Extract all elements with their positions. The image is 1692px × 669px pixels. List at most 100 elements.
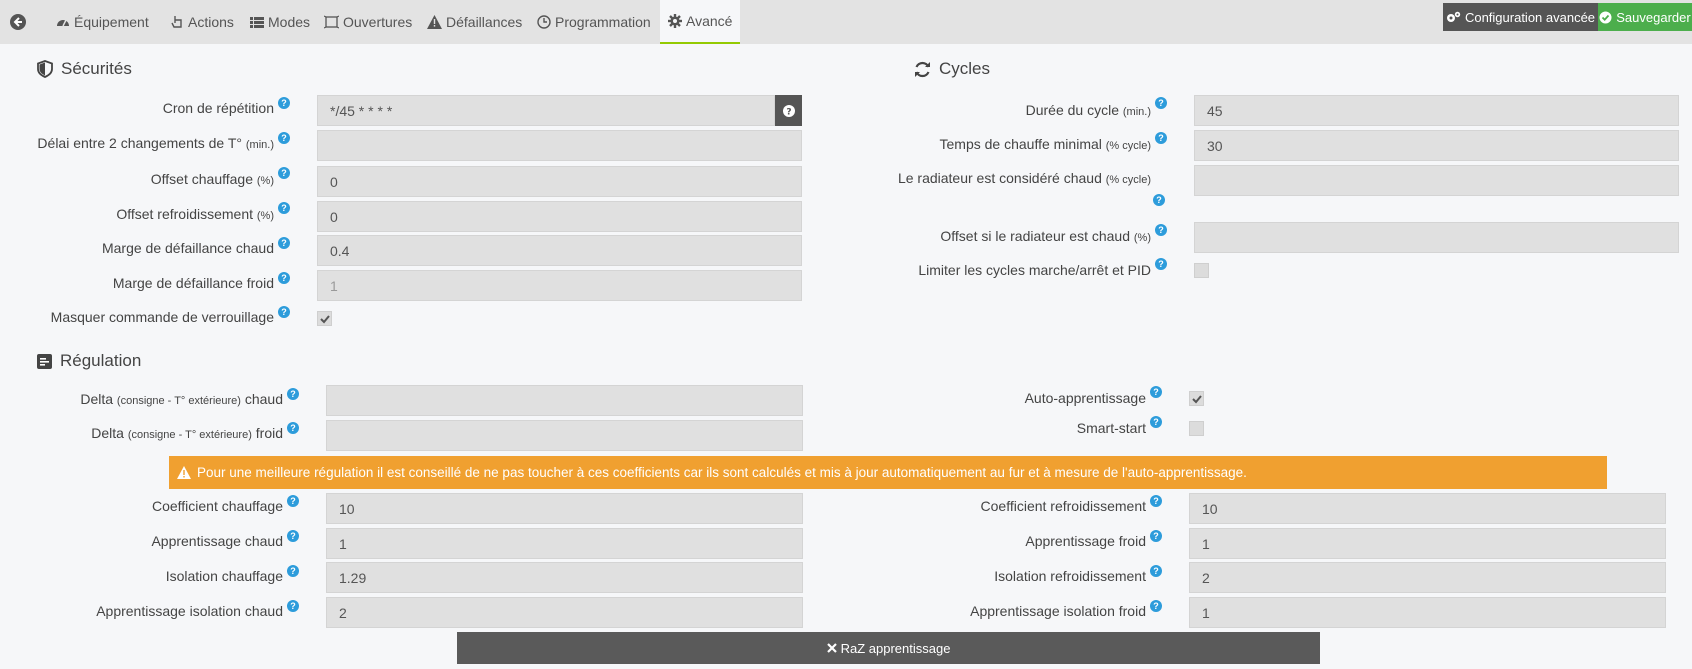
limiter-label: Limiter les cycles marche/arrêt et PID — [918, 262, 1151, 278]
checkmark-icon — [1191, 394, 1202, 403]
app-iso-chaud-input[interactable]: 2 — [326, 597, 803, 628]
marge-chaud-input[interactable]: 0.4 — [317, 235, 802, 266]
coef-chauffage-label: Coefficient chauffage — [151, 498, 283, 514]
checkmark-icon — [319, 314, 330, 323]
shield-icon — [37, 60, 53, 78]
back-icon[interactable] — [9, 13, 27, 31]
duree-label: Durée du cycle (min.) — [1025, 102, 1151, 118]
help-icon[interactable]: ? — [1150, 600, 1162, 612]
auto-apprentissage-checkbox[interactable] — [1189, 391, 1204, 406]
smart-start-label: Smart-start — [1076, 420, 1146, 436]
section-securites: Sécurités — [37, 59, 132, 79]
help-icon[interactable]: ? — [287, 530, 299, 542]
help-icon[interactable]: ? — [278, 272, 290, 284]
app-iso-chaud-label: Apprentissage isolation chaud — [96, 603, 283, 619]
tab-ouvertures[interactable]: Ouvertures — [324, 0, 412, 44]
coef-refroid-label: Coefficient refroidissement — [980, 498, 1146, 514]
iso-chauffage-input[interactable]: 1.29 — [326, 562, 803, 593]
help-icon[interactable]: ? — [1150, 386, 1162, 398]
help-icon[interactable]: ? — [1155, 132, 1167, 144]
iso-chauffage-label: Isolation chauffage — [165, 568, 283, 584]
tab-label: Modes — [268, 14, 311, 30]
question-circle-icon: ? — [782, 104, 795, 117]
save-label: Sauvegarder — [1616, 9, 1691, 25]
advanced-config-button[interactable]: Configuration avancée — [1443, 3, 1598, 31]
save-button[interactable]: Sauvegarder — [1598, 3, 1692, 31]
app-chaud-input[interactable]: 1 — [326, 528, 803, 559]
limiter-checkbox[interactable] — [1194, 263, 1209, 278]
iso-refroid-input[interactable]: 2 — [1189, 562, 1666, 593]
temps-chauffe-label: Temps de chauffe minimal (% cycle) — [939, 136, 1152, 152]
duree-input[interactable]: 45 — [1194, 95, 1679, 126]
warning-icon — [177, 466, 191, 479]
delta-chaud-label: Delta (consigne - T° extérieure) chaud — [80, 391, 283, 407]
help-icon[interactable]: ? — [278, 202, 290, 214]
help-icon[interactable]: ? — [1150, 565, 1162, 577]
advanced-config-label: Configuration avancée — [1464, 9, 1596, 25]
cron-label: Cron de répétition — [162, 100, 274, 116]
help-icon[interactable]: ? — [278, 237, 290, 249]
tab-actions[interactable]: Actions — [171, 0, 234, 44]
help-icon[interactable]: ? — [287, 388, 299, 400]
offset-chauffage-input[interactable]: 0 — [317, 166, 802, 197]
help-icon[interactable]: ? — [1155, 97, 1167, 109]
offset-refroid-label: Offset refroidissement (%) — [116, 206, 274, 222]
raz-label: RaZ apprentissage — [840, 640, 951, 656]
svg-text:?: ? — [786, 107, 791, 117]
check-circle-icon — [1599, 11, 1612, 23]
help-icon[interactable]: ? — [1155, 224, 1167, 236]
app-froid-label: Apprentissage froid — [1025, 533, 1146, 549]
help-icon[interactable]: ? — [278, 167, 290, 179]
tab-programmation[interactable]: Programmation — [537, 0, 651, 44]
cron-input[interactable]: */45 * * * * — [317, 95, 775, 126]
tab-defaillances[interactable]: Défaillances — [427, 0, 522, 44]
delta-chaud-input[interactable] — [326, 385, 803, 416]
help-icon[interactable]: ? — [287, 495, 299, 507]
marge-froid-input[interactable]: 1 — [317, 270, 802, 301]
delta-froid-input[interactable] — [326, 420, 803, 451]
marge-froid-label: Marge de défaillance froid — [112, 275, 274, 291]
iso-refroid-label: Isolation refroidissement — [994, 568, 1146, 584]
tab-modes[interactable]: Modes — [250, 0, 310, 44]
coef-refroid-input[interactable]: 10 — [1189, 493, 1666, 524]
help-icon[interactable]: ? — [1153, 194, 1165, 206]
app-froid-input[interactable]: 1 — [1189, 528, 1666, 559]
offset-radiateur-label: Offset si le radiateur est chaud (%) — [940, 228, 1151, 244]
offset-radiateur-input[interactable] — [1194, 222, 1679, 253]
warning-icon — [427, 15, 442, 29]
alert-text: Pour une meilleure régulation il est con… — [197, 465, 1247, 480]
tab-label: Actions — [188, 14, 234, 30]
tab-equipement[interactable]: Équipement — [56, 0, 149, 44]
help-icon[interactable]: ? — [287, 600, 299, 612]
app-iso-froid-label: Apprentissage isolation froid — [970, 603, 1146, 619]
section-cycles: Cycles — [914, 59, 990, 79]
temps-chauffe-input[interactable]: 30 — [1194, 130, 1679, 161]
help-icon[interactable]: ? — [278, 97, 290, 109]
help-icon[interactable]: ? — [1150, 495, 1162, 507]
coef-chauffage-input[interactable]: 10 — [326, 493, 803, 524]
help-icon[interactable]: ? — [1150, 530, 1162, 542]
section-title: Régulation — [60, 351, 142, 370]
tab-label: Défaillances — [446, 14, 523, 30]
offset-refroid-input[interactable]: 0 — [317, 201, 802, 232]
list-icon — [250, 16, 264, 28]
tab-label: Équipement — [74, 14, 149, 30]
tab-label: Avancé — [686, 13, 733, 29]
delai-input[interactable] — [317, 130, 802, 161]
help-icon[interactable]: ? — [287, 422, 299, 434]
radiateur-chaud-input[interactable] — [1194, 165, 1679, 196]
help-icon[interactable]: ? — [287, 565, 299, 577]
tab-avance[interactable]: Avancé — [660, 0, 741, 44]
smart-start-checkbox[interactable] — [1189, 421, 1204, 436]
clock-icon — [537, 15, 551, 29]
warning-alert: Pour une meilleure régulation il est con… — [169, 456, 1607, 489]
help-icon[interactable]: ? — [1155, 258, 1167, 270]
app-iso-froid-input[interactable]: 1 — [1189, 597, 1666, 628]
help-icon[interactable]: ? — [1150, 416, 1162, 428]
masquer-checkbox[interactable] — [317, 311, 332, 326]
raz-apprentissage-button[interactable]: RaZ apprentissage — [457, 632, 1320, 664]
tab-label: Ouvertures — [343, 14, 413, 30]
cron-help-button[interactable]: ? — [775, 95, 802, 126]
help-icon[interactable]: ? — [278, 132, 290, 144]
help-icon[interactable]: ? — [278, 306, 290, 318]
